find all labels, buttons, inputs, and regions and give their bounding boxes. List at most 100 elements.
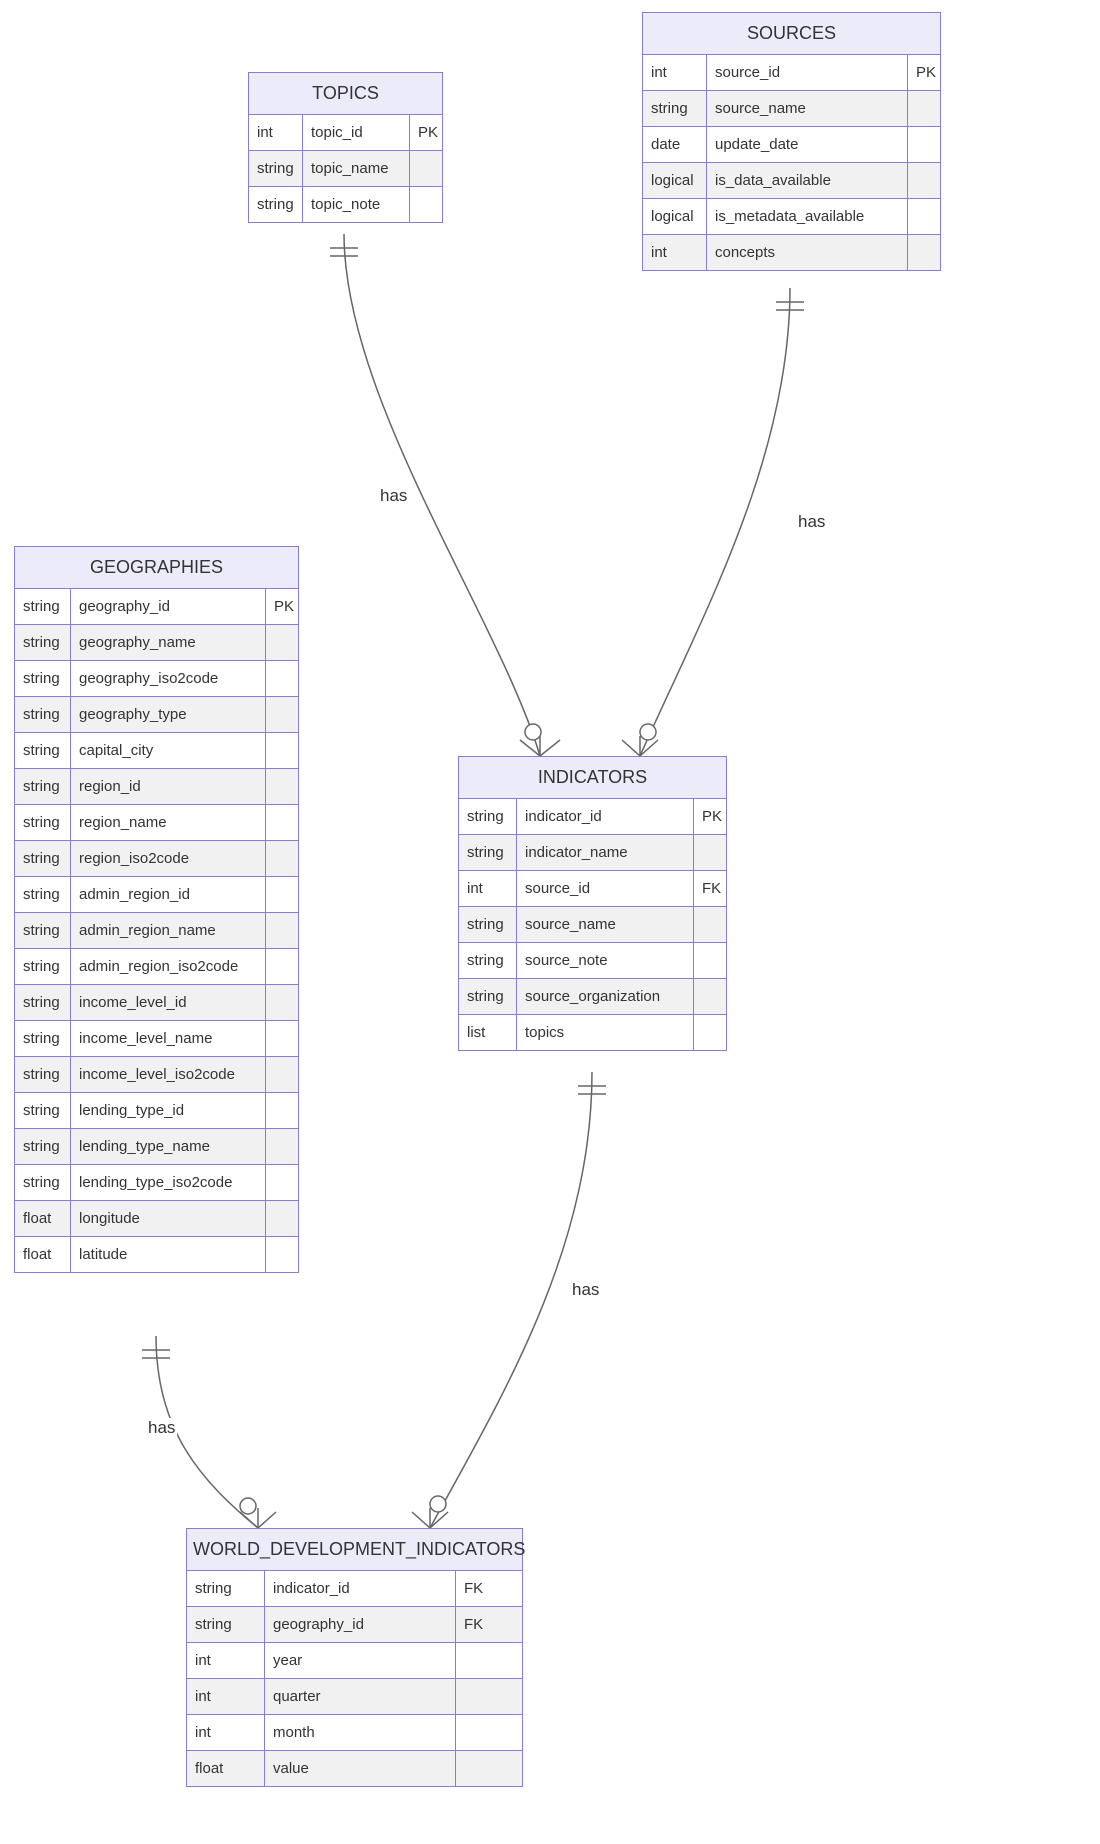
column-type: string (187, 1607, 265, 1642)
column-name: indicator_name (517, 835, 694, 870)
entity-body: stringindicator_idFKstringgeography_idFK… (187, 1571, 522, 1786)
column-type: string (459, 799, 517, 834)
table-row: stringlending_type_id (15, 1092, 298, 1128)
table-row: stringtopic_note (249, 186, 442, 222)
column-type: string (249, 151, 303, 186)
table-row: inttopic_idPK (249, 115, 442, 150)
column-type: string (643, 91, 707, 126)
column-name: lending_type_id (71, 1093, 266, 1128)
column-type: date (643, 127, 707, 162)
column-name: source_id (707, 55, 908, 90)
table-row: intconcepts (643, 234, 940, 270)
column-name: region_iso2code (71, 841, 266, 876)
rel-label-sources-indicators: has (796, 512, 827, 532)
entity-title: TOPICS (249, 73, 442, 115)
column-type: string (15, 661, 71, 696)
column-type: int (643, 235, 707, 270)
column-key (266, 1201, 298, 1236)
column-type: string (15, 1165, 71, 1200)
column-key (456, 1679, 522, 1714)
column-type: float (15, 1201, 71, 1236)
column-name: source_note (517, 943, 694, 978)
column-type: string (187, 1571, 265, 1606)
table-row: dateupdate_date (643, 126, 940, 162)
column-key (456, 1643, 522, 1678)
column-type: string (15, 949, 71, 984)
column-key (908, 127, 940, 162)
entity-title: SOURCES (643, 13, 940, 55)
column-key (694, 979, 726, 1014)
table-row: stringsource_note (459, 942, 726, 978)
table-row: intmonth (187, 1714, 522, 1750)
column-type: int (187, 1643, 265, 1678)
column-key (266, 913, 298, 948)
table-row: stringtopic_name (249, 150, 442, 186)
column-key (266, 1057, 298, 1092)
column-key (266, 1237, 298, 1272)
table-row: stringindicator_idFK (187, 1571, 522, 1606)
column-name: source_name (707, 91, 908, 126)
column-type: string (15, 625, 71, 660)
column-type: string (459, 943, 517, 978)
column-name: geography_iso2code (71, 661, 266, 696)
table-row: stringregion_name (15, 804, 298, 840)
table-row: stringgeography_idFK (187, 1606, 522, 1642)
entity-indicators: INDICATORSstringindicator_idPKstringindi… (458, 756, 727, 1051)
column-type: string (15, 1129, 71, 1164)
table-row: floatlongitude (15, 1200, 298, 1236)
entity-body: stringindicator_idPKstringindicator_name… (459, 799, 726, 1050)
table-row: stringincome_level_name (15, 1020, 298, 1056)
column-type: list (459, 1015, 517, 1050)
column-type: string (459, 907, 517, 942)
column-key (266, 1021, 298, 1056)
entity-body: inttopic_idPKstringtopic_namestringtopic… (249, 115, 442, 222)
entity-topics: TOPICSinttopic_idPKstringtopic_namestrin… (248, 72, 443, 223)
column-type: string (15, 1093, 71, 1128)
table-row: stringadmin_region_iso2code (15, 948, 298, 984)
column-key (410, 151, 442, 186)
column-name: admin_region_id (71, 877, 266, 912)
column-type: string (15, 913, 71, 948)
table-row: stringadmin_region_name (15, 912, 298, 948)
column-key: FK (456, 1571, 522, 1606)
column-type: int (187, 1679, 265, 1714)
column-key (456, 1751, 522, 1786)
rel-label-topics-indicators: has (378, 486, 409, 506)
table-row: intsource_idPK (643, 55, 940, 90)
column-name: lending_type_iso2code (71, 1165, 266, 1200)
column-key (266, 661, 298, 696)
table-row: floatlatitude (15, 1236, 298, 1272)
column-name: quarter (265, 1679, 456, 1714)
table-row: stringindicator_name (459, 834, 726, 870)
column-name: value (265, 1751, 456, 1786)
entity-title: GEOGRAPHIES (15, 547, 298, 589)
column-name: topic_name (303, 151, 410, 186)
table-row: intquarter (187, 1678, 522, 1714)
column-name: source_name (517, 907, 694, 942)
column-key (266, 625, 298, 660)
column-type: logical (643, 163, 707, 198)
column-key (266, 697, 298, 732)
column-type: string (459, 835, 517, 870)
column-name: indicator_id (265, 1571, 456, 1606)
column-key (266, 877, 298, 912)
column-key (694, 835, 726, 870)
column-type: int (643, 55, 707, 90)
column-type: string (15, 985, 71, 1020)
column-key: PK (694, 799, 726, 834)
table-row: stringregion_id (15, 768, 298, 804)
column-type: string (15, 805, 71, 840)
table-row: stringgeography_idPK (15, 589, 298, 624)
column-name: is_metadata_available (707, 199, 908, 234)
table-row: floatvalue (187, 1750, 522, 1786)
table-row: stringsource_organization (459, 978, 726, 1014)
column-name: lending_type_name (71, 1129, 266, 1164)
column-name: capital_city (71, 733, 266, 768)
column-key: FK (456, 1607, 522, 1642)
column-name: source_organization (517, 979, 694, 1014)
table-row: stringindicator_idPK (459, 799, 726, 834)
column-key (266, 1129, 298, 1164)
column-name: longitude (71, 1201, 266, 1236)
column-type: int (249, 115, 303, 150)
entity-wdi: WORLD_DEVELOPMENT_INDICATORSstringindica… (186, 1528, 523, 1787)
